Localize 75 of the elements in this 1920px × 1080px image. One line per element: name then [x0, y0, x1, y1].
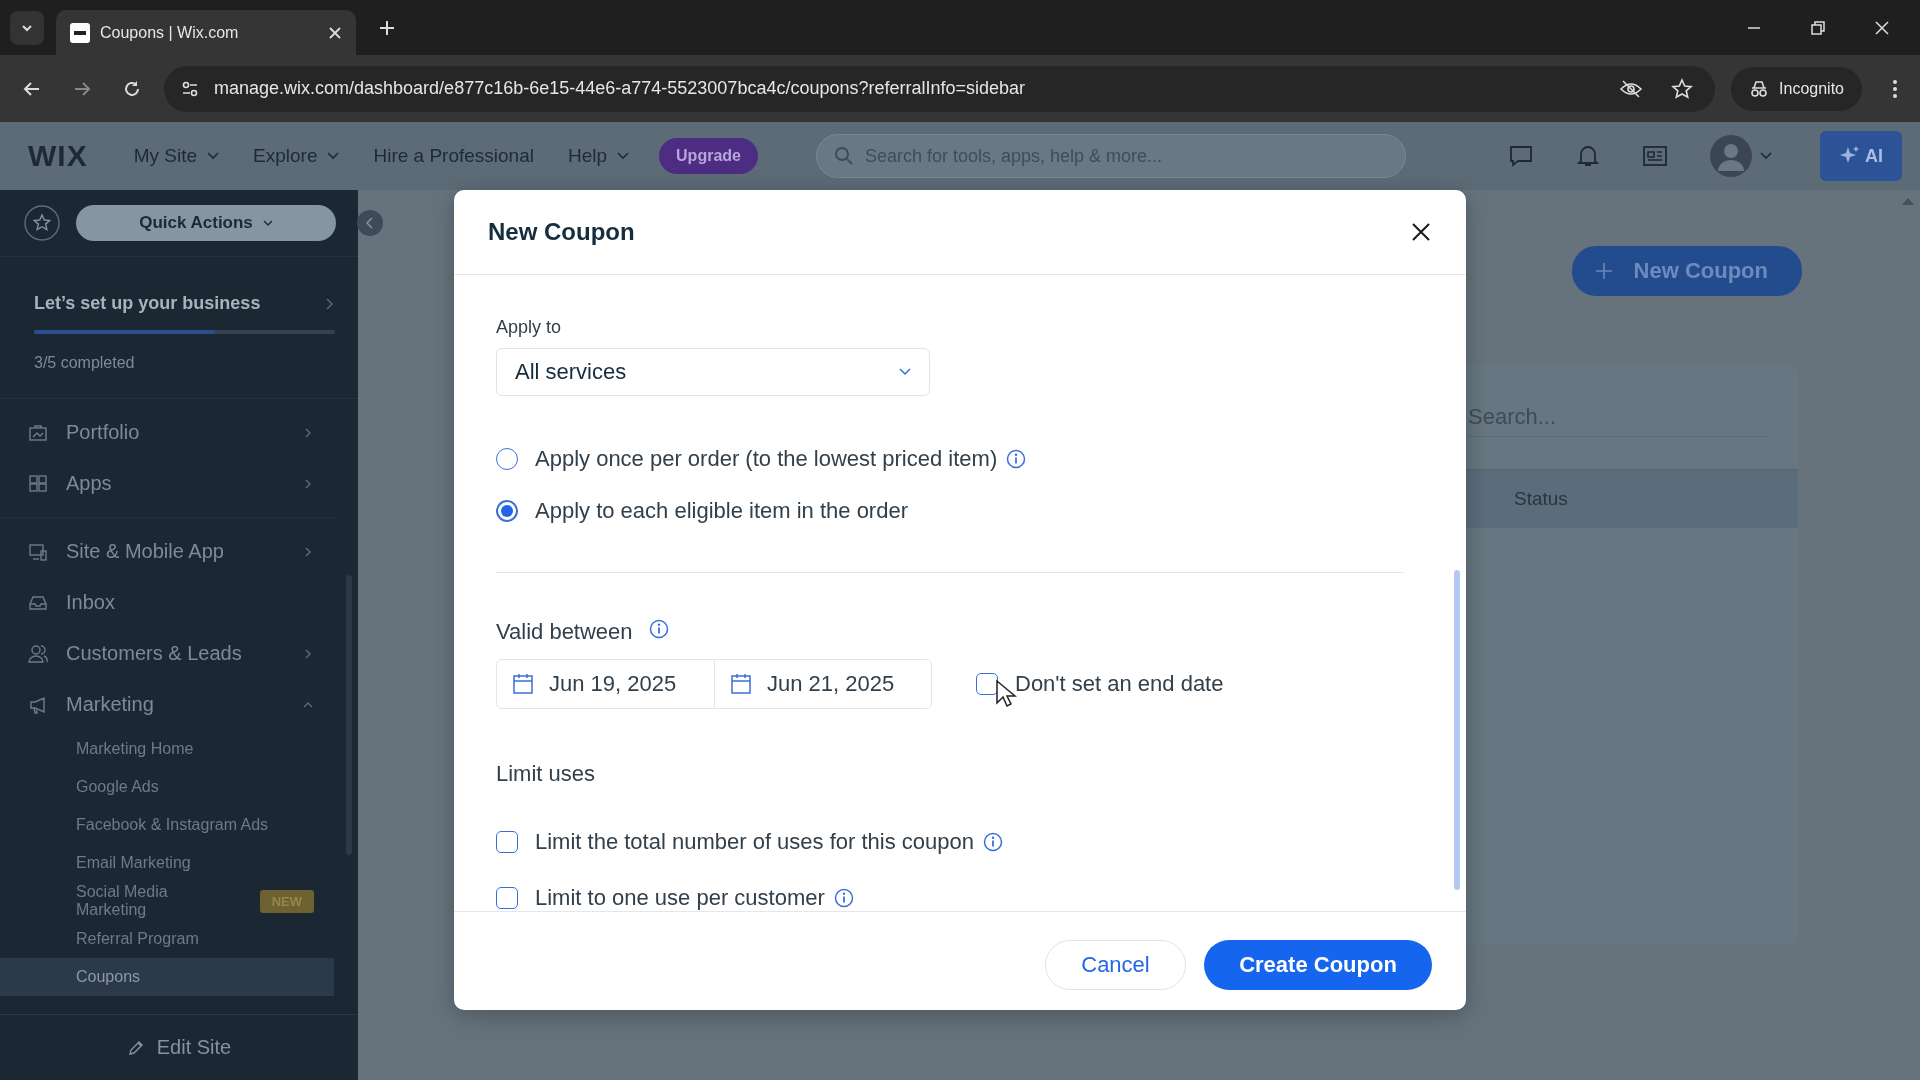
apply-to-dropdown[interactable]: All services: [496, 348, 930, 396]
setup-title[interactable]: Let’s set up your business: [34, 293, 261, 314]
field-label: Valid between: [496, 619, 633, 645]
radio-button[interactable]: [496, 500, 518, 522]
more-menu-icon[interactable]: [1892, 78, 1898, 99]
info-icon[interactable]: [833, 888, 854, 908]
top-menu-item[interactable]: My Site: [119, 145, 234, 167]
chevron-right-icon[interactable]: [326, 297, 334, 310]
sidebar-subitem[interactable]: Facebook & Instagram Ads: [0, 806, 334, 844]
incognito-icon: [1749, 79, 1770, 98]
ai-button[interactable]: AI: [1820, 131, 1902, 181]
chevron-down-icon: [899, 368, 911, 376]
info-icon[interactable]: [1006, 449, 1027, 469]
progress-text: 3/5 completed: [34, 354, 136, 372]
scrollbar[interactable]: [1454, 570, 1460, 890]
incognito-badge[interactable]: Incognito: [1731, 66, 1862, 111]
megaphone-icon: [28, 694, 48, 715]
people-icon: [28, 643, 48, 664]
sidebar-item[interactable]: Apps: [0, 458, 334, 509]
plus-icon: [1593, 261, 1614, 281]
column-header[interactable]: Status: [1514, 488, 1568, 510]
field-label: Apply to: [496, 317, 563, 338]
sidebar-item[interactable]: Site & Mobile App: [0, 526, 334, 577]
checkbox[interactable]: [496, 831, 518, 853]
sidebar-item[interactable]: Inbox: [0, 577, 334, 628]
dialog-title: New Coupon: [488, 218, 635, 246]
top-menu-item[interactable]: Explore: [239, 145, 354, 167]
portfolio-icon: [28, 422, 48, 443]
chevron-down-icon: [262, 219, 273, 227]
option-label[interactable]: Limit the total number of uses for this coupon: [535, 829, 974, 855]
devices-icon: [28, 541, 48, 562]
sidebar-item[interactable]: Marketing: [0, 679, 334, 730]
cancel-button[interactable]: Cancel: [1045, 939, 1186, 990]
option-label[interactable]: Apply once per order (to the lowest priced item): [535, 446, 998, 472]
section-label: Limit uses: [496, 761, 597, 787]
top-menu-item[interactable]: Help: [554, 145, 644, 167]
checkbox[interactable]: [496, 887, 518, 909]
close-icon[interactable]: [1874, 19, 1890, 36]
sidebar-subitem[interactable]: Marketing Home: [0, 730, 334, 768]
close-tab-icon[interactable]: [328, 25, 342, 40]
top-menu-item[interactable]: Hire a Professional: [359, 145, 548, 167]
bell-icon[interactable]: [1576, 143, 1600, 169]
address-bar[interactable]: manage.wix.com/dashboard/e877c16b-6e15-44e6-a774-5523007bca4c/coupons?referralInfo=sidebar: [164, 65, 1716, 112]
option-label[interactable]: Apply to each eligible item in the order: [535, 498, 908, 524]
sidebar-item[interactable]: Portfolio: [0, 407, 334, 458]
eye-off-icon[interactable]: [1619, 78, 1644, 99]
upgrade-button[interactable]: Upgrade: [659, 138, 758, 174]
tab-list-button[interactable]: [10, 10, 44, 45]
info-icon[interactable]: [648, 619, 669, 639]
apps-icon: [28, 473, 48, 494]
new-tab-icon[interactable]: [378, 18, 396, 37]
create-coupon-button[interactable]: Create Coupon: [1204, 939, 1432, 990]
newsfeed-icon[interactable]: [1642, 145, 1668, 167]
collapse-icon[interactable]: [357, 210, 383, 236]
restore-icon[interactable]: [1810, 19, 1826, 36]
chat-icon[interactable]: [1508, 144, 1534, 168]
sidebar-subitem[interactable]: Google Ads: [0, 768, 334, 806]
quick-actions-button[interactable]: Quick Actions: [76, 205, 336, 241]
wix-logo[interactable]: WIX: [28, 139, 88, 173]
close-icon[interactable]: [1410, 221, 1432, 243]
sidebar-item[interactable]: Customers & Leads: [0, 628, 334, 679]
chevron-down-icon: [327, 152, 340, 160]
sidebar-subitem[interactable]: Referral Program: [0, 920, 334, 958]
new-coupon-button[interactable]: New Coupon: [1571, 246, 1802, 296]
option-label[interactable]: Don't set an end date: [1015, 671, 1224, 697]
info-icon[interactable]: [983, 832, 1003, 852]
chevron-down-icon: [207, 152, 220, 160]
option-label[interactable]: Limit to one use per customer: [535, 885, 825, 911]
site-favicon-icon: [70, 22, 90, 43]
browser-tab[interactable]: Coupons | Wix.com: [56, 10, 356, 55]
sidebar-subitem[interactable]: Email Marketing: [0, 844, 334, 882]
chevron-down-icon[interactable]: [1760, 152, 1772, 160]
sidebar-subitem[interactable]: Coupons: [0, 958, 334, 996]
chevron-down-icon: [617, 152, 630, 160]
cursor-icon: [995, 679, 1017, 709]
